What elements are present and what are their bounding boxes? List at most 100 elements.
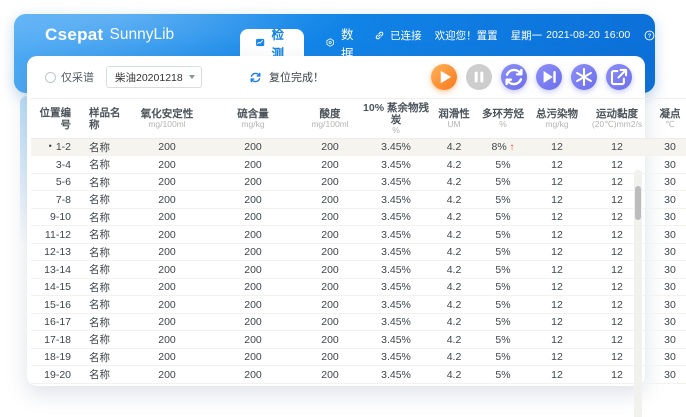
chevron-down-icon xyxy=(189,75,195,79)
table-cell: 12 xyxy=(529,173,585,191)
scrollbar-thumb[interactable] xyxy=(635,186,641,220)
table-row[interactable]: 5-6名称2002002003.45%4.25%121230 xyxy=(31,173,686,191)
table-cell: 12-13 xyxy=(31,243,83,261)
table-cell: 200 xyxy=(299,331,361,349)
table-cell: 12 xyxy=(529,156,585,174)
table-cell: 30 xyxy=(649,331,686,349)
table-cell: 200 xyxy=(299,261,361,279)
table-cell: 12 xyxy=(529,331,585,349)
pause-button[interactable] xyxy=(466,64,492,90)
table-cell: 200 xyxy=(207,278,299,296)
table-row[interactable]: 18-19名称2002002003.45%4.25%121230 xyxy=(31,348,686,366)
table-cell: 200 xyxy=(299,366,361,384)
reset-button[interactable] xyxy=(501,64,527,90)
table-cell: 200 xyxy=(127,313,207,331)
results-table: 位置编号样品名称氧化安定性mg/100ml硫含量mg/kg酸度mg/100ml1… xyxy=(31,98,686,384)
table-row[interactable]: 13-14名称2002002003.45%4.25%121230 xyxy=(31,261,686,279)
export-button[interactable] xyxy=(606,64,632,90)
table-cell: 5% xyxy=(477,173,529,191)
table-cell: 名称 xyxy=(83,366,127,384)
table-cell: 200 xyxy=(207,261,299,279)
table-row[interactable]: 7-8名称2002002003.45%4.25%121230 xyxy=(31,191,686,209)
table-cell: 4.2 xyxy=(431,138,477,156)
table-cell: 30 xyxy=(649,366,686,384)
table-cell: 5% xyxy=(477,366,529,384)
table-cell: 5% xyxy=(477,348,529,366)
table-cell: 200 xyxy=(207,226,299,244)
table-row[interactable]: 12-13名称2002002003.45%4.25%121230 xyxy=(31,243,686,261)
brand-name: Csepat xyxy=(45,25,104,45)
table-cell: 30 xyxy=(649,191,686,209)
table-cell: 名称 xyxy=(83,173,127,191)
table-row[interactable]: 17-18名称2002002003.45%4.25%121230 xyxy=(31,331,686,349)
datetime-text: 星期一 2021-08-20 16:00 xyxy=(511,28,631,43)
table-cell: 4.2 xyxy=(431,226,477,244)
table-header: 位置编号样品名称氧化安定性mg/100ml硫含量mg/kg酸度mg/100ml1… xyxy=(31,99,686,139)
method-select[interactable]: 柴油20201218 xyxy=(106,66,202,88)
help-icon[interactable]: ? xyxy=(643,29,656,42)
gear-icon[interactable] xyxy=(669,29,682,42)
start-button[interactable] xyxy=(431,64,457,90)
reset-refresh-icon[interactable] xyxy=(248,70,263,85)
reset-status-label: 复位完成！ xyxy=(269,69,324,85)
table-cell: 200 xyxy=(127,243,207,261)
table-cell: 30 xyxy=(649,138,686,156)
link-icon xyxy=(373,29,386,42)
selected-row-bullet: • xyxy=(49,141,52,151)
spectrum-only-label: 仅采谱 xyxy=(61,69,94,85)
column-header: 凝点℃ xyxy=(649,99,686,139)
hexagon-data-icon xyxy=(325,35,335,50)
table-cell: 200 xyxy=(207,313,299,331)
table-cell: 5% xyxy=(477,278,529,296)
table-cell: 12 xyxy=(529,191,585,209)
table-scrollbar[interactable] xyxy=(634,170,642,417)
table-cell: 名称 xyxy=(83,226,127,244)
table-row[interactable]: 14-15名称2002002003.45%4.25%121230 xyxy=(31,278,686,296)
table-cell: 200 xyxy=(299,226,361,244)
skip-to-end-button[interactable] xyxy=(536,64,562,90)
table-row[interactable]: 9-10名称2002002003.45%4.25%121230 xyxy=(31,208,686,226)
table-cell: 3.45% xyxy=(361,261,431,279)
table-cell: 200 xyxy=(299,313,361,331)
table-cell: 200 xyxy=(207,173,299,191)
table-cell: 200 xyxy=(127,156,207,174)
table-cell: 12 xyxy=(529,243,585,261)
table-cell: 名称 xyxy=(83,191,127,209)
radio-circle-icon xyxy=(45,72,56,83)
table-cell: 12 xyxy=(529,278,585,296)
table-row[interactable]: •1-2名称2002002003.45%4.28%↑121230 xyxy=(31,138,686,156)
spectrum-only-radio[interactable]: 仅采谱 xyxy=(45,69,94,85)
table-cell: 4.2 xyxy=(431,261,477,279)
main-tabs: 检测 数据 xyxy=(240,14,373,56)
table-row[interactable]: 19-20名称2002002003.45%4.25%121230 xyxy=(31,366,686,384)
table-cell: 16-17 xyxy=(31,313,83,331)
table-cell: 3.45% xyxy=(361,348,431,366)
table-row[interactable]: 3-4名称2002002003.45%4.25%121230 xyxy=(31,156,686,174)
table-cell: 30 xyxy=(649,278,686,296)
table-cell: 200 xyxy=(299,278,361,296)
table-cell: 30 xyxy=(649,173,686,191)
table-cell: 5% xyxy=(477,261,529,279)
table-cell: 200 xyxy=(299,173,361,191)
table-cell: 3.45% xyxy=(361,331,431,349)
table-cell: 4.2 xyxy=(431,191,477,209)
table-body: •1-2名称2002002003.45%4.28%↑1212303-4名称200… xyxy=(31,138,686,383)
freeze-button[interactable] xyxy=(571,64,597,90)
table-row[interactable]: 11-12名称2002002003.45%4.25%121230 xyxy=(31,226,686,244)
table-cell: 5% xyxy=(477,243,529,261)
table-row[interactable]: 16-17名称2002002003.45%4.25%121230 xyxy=(31,313,686,331)
tab-detection[interactable]: 检测 xyxy=(240,29,304,56)
table-cell: 200 xyxy=(127,296,207,314)
table-cell: 名称 xyxy=(83,243,127,261)
column-header: 10% 蒸余物残炭% xyxy=(361,99,431,139)
table-cell: 12 xyxy=(529,366,585,384)
welcome-text: 欢迎您！置置 xyxy=(435,28,498,43)
table-row[interactable]: 15-16名称2002002003.45%4.25%121230 xyxy=(31,296,686,314)
tab-data[interactable]: 数据 xyxy=(310,29,374,56)
table-cell: 4.2 xyxy=(431,348,477,366)
column-header: 运动黏度(20℃)mm2/s xyxy=(585,99,649,139)
app-window: Csepat SunnyLib 检测 数据 已连接 欢迎您！置置 xyxy=(0,0,686,417)
table-cell: 4.2 xyxy=(431,331,477,349)
column-header: 酸度mg/100ml xyxy=(299,99,361,139)
table-cell: 3.45% xyxy=(361,208,431,226)
